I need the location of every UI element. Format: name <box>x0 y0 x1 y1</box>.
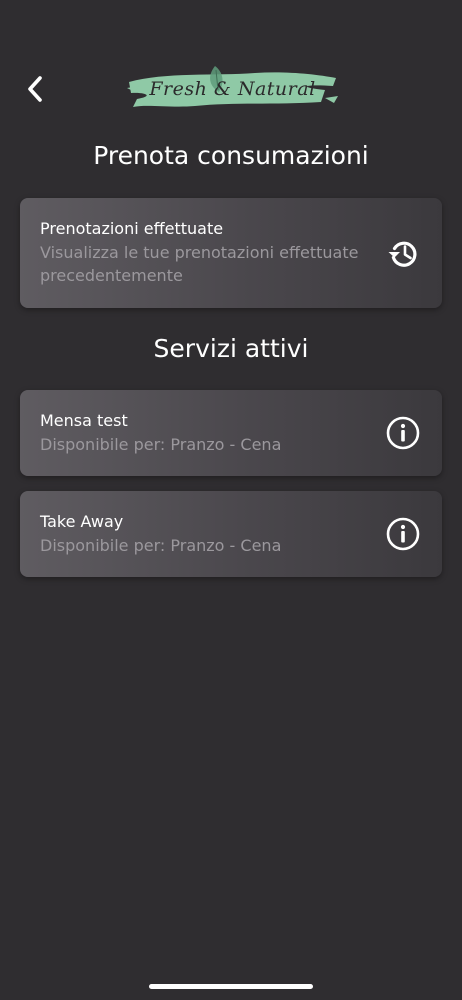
back-button[interactable] <box>20 72 50 106</box>
home-indicator[interactable] <box>149 984 313 989</box>
logo-text: Fresh & Natural <box>149 78 316 100</box>
services-title: Servizi attivi <box>153 334 309 363</box>
page-title: Prenota consumazioni <box>93 141 369 170</box>
history-card-title: Prenotazioni effettuate <box>40 219 224 238</box>
history-icon[interactable] <box>385 235 421 271</box>
service-availability: Disponibile per: Pranzo - Cena <box>40 536 282 555</box>
info-icon[interactable] <box>385 415 421 451</box>
chevron-left-icon <box>28 76 42 102</box>
history-card-subtitle: Visualizza le tue prenotazioni effettuat… <box>40 243 359 285</box>
app-screen: Fresh & Natural Prenota consumazioni Pre… <box>0 0 462 1000</box>
info-icon[interactable] <box>385 516 421 552</box>
history-card[interactable]: Prenotazioni effettuate Visualizza le tu… <box>20 198 442 308</box>
service-title: Take Away <box>40 512 124 531</box>
service-availability: Disponibile per: Pranzo - Cena <box>40 435 282 454</box>
brand-logo: Fresh & Natural <box>125 62 340 116</box>
service-card[interactable]: Mensa test Disponibile per: Pranzo - Cen… <box>20 390 442 476</box>
service-title: Mensa test <box>40 411 128 430</box>
service-card[interactable]: Take Away Disponibile per: Pranzo - Cena <box>20 491 442 577</box>
